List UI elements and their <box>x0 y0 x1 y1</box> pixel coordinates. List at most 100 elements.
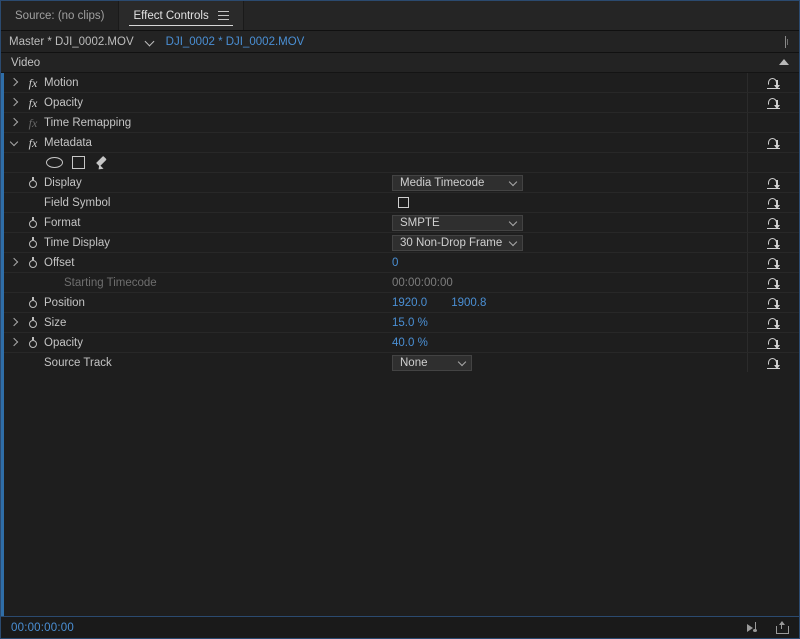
value-position-x[interactable]: 1920.0 <box>392 297 427 309</box>
property-row-format[interactable]: Format SMPTE <box>4 213 799 233</box>
reset-button-metadata[interactable] <box>747 133 799 152</box>
dropdown-time-display-value: 30 Non-Drop Frame <box>400 236 503 249</box>
value-cell-position: 1920.0 1900.8 <box>392 293 752 312</box>
value-starting-timecode: 00:00:00:00 <box>392 276 453 289</box>
reset-icon <box>767 317 780 329</box>
status-bar-icons <box>747 620 789 634</box>
dropdown-source-track[interactable]: None <box>392 354 472 371</box>
disclosure-opacity-prop[interactable] <box>4 339 24 347</box>
reset-button-offset[interactable] <box>747 253 799 272</box>
reset-button-size[interactable] <box>747 313 799 332</box>
fx-icon: fx <box>28 95 38 110</box>
dropdown-format[interactable]: SMPTE <box>392 214 523 231</box>
stopwatch-toggle-time-display[interactable] <box>24 237 42 248</box>
property-row-starting-timecode: Starting Timecode 00:00:00:00 <box>4 273 799 293</box>
property-row-field-symbol[interactable]: Field Symbol <box>4 193 799 213</box>
property-row-source-track[interactable]: Source Track None <box>4 353 799 373</box>
reset-button-display[interactable] <box>747 173 799 192</box>
mask-tools-row <box>4 153 799 173</box>
play-audio-icon[interactable] <box>747 622 762 633</box>
stopwatch-toggle-format[interactable] <box>24 217 42 228</box>
dropdown-source-track-value: None <box>400 356 428 369</box>
triangle-up-icon[interactable] <box>779 59 789 65</box>
tab-source-label: Source: (no clips) <box>15 9 105 22</box>
value-cell-starting-timecode: 00:00:00:00 <box>392 273 752 292</box>
reset-placeholder <box>747 153 799 172</box>
chevron-down-icon <box>509 238 518 247</box>
reset-placeholder <box>747 113 799 132</box>
effect-label-time-remapping: Time Remapping <box>44 116 132 129</box>
stopwatch-toggle-offset[interactable] <box>24 257 42 268</box>
dropdown-display[interactable]: Media Timecode <box>392 174 523 191</box>
pen-tool-icon[interactable] <box>96 155 111 172</box>
reset-button-position[interactable] <box>747 293 799 312</box>
active-tab-underline <box>129 25 233 26</box>
reset-button-field-symbol[interactable] <box>747 193 799 212</box>
panel-drag-handle-icon[interactable] <box>781 36 791 48</box>
reset-icon <box>767 337 780 349</box>
reset-icon <box>767 177 780 189</box>
stopwatch-toggle-position[interactable] <box>24 297 42 308</box>
value-position-y[interactable]: 1900.8 <box>451 297 486 309</box>
fx-icon: fx <box>28 135 38 150</box>
effect-row-opacity[interactable]: fx Opacity <box>4 93 799 113</box>
stopwatch-toggle-opacity[interactable] <box>24 337 42 348</box>
effect-row-time-remapping[interactable]: fx Time Remapping <box>4 113 799 133</box>
reset-icon <box>767 297 780 309</box>
property-row-opacity[interactable]: Opacity 40.0 % <box>4 333 799 353</box>
breadcrumb-master[interactable]: Master * DJI_0002.MOV <box>9 36 134 48</box>
dropdown-time-display[interactable]: 30 Non-Drop Frame <box>392 234 523 251</box>
value-cell-display: Media Timecode <box>392 173 752 192</box>
effect-row-motion[interactable]: fx Motion <box>4 73 799 93</box>
disclosure-size[interactable] <box>4 319 24 327</box>
reset-button-starting-timecode[interactable] <box>747 273 799 292</box>
reset-icon <box>767 357 780 369</box>
reset-button-source-track[interactable] <box>747 353 799 372</box>
panel-menu-icon[interactable] <box>217 11 229 20</box>
effect-label-metadata: Metadata <box>44 136 92 149</box>
reset-button-opacity-prop[interactable] <box>747 333 799 352</box>
reset-button-format[interactable] <box>747 213 799 232</box>
stopwatch-toggle-size[interactable] <box>24 317 42 328</box>
value-cell-source-track: None <box>392 353 752 372</box>
tab-effect-controls[interactable]: Effect Controls <box>119 1 244 30</box>
value-opacity[interactable]: 40.0 % <box>392 337 428 349</box>
reset-button-opacity[interactable] <box>747 93 799 112</box>
stopwatch-toggle-display[interactable] <box>24 177 42 188</box>
reset-button-motion[interactable] <box>747 73 799 92</box>
checkbox-field-symbol[interactable] <box>398 197 409 208</box>
disclosure-motion[interactable] <box>4 79 24 87</box>
video-section-label: Video <box>11 56 41 69</box>
playhead-timecode[interactable]: 00:00:00:00 <box>11 622 74 634</box>
reset-icon <box>767 237 780 249</box>
reset-icon <box>767 257 780 269</box>
disclosure-time-remapping[interactable] <box>4 119 24 127</box>
property-row-time-display[interactable]: Time Display 30 Non-Drop Frame <box>4 233 799 253</box>
reset-button-time-display[interactable] <box>747 233 799 252</box>
rectangle-tool-icon[interactable] <box>72 156 85 169</box>
property-row-display[interactable]: Display Media Timecode <box>4 173 799 193</box>
value-cell-opacity: 40.0 % <box>392 333 752 352</box>
breadcrumb: Master * DJI_0002.MOV DJI_0002 * DJI_000… <box>1 31 799 53</box>
chevron-down-icon <box>509 218 518 227</box>
export-frame-icon[interactable] <box>776 620 789 634</box>
disclosure-opacity[interactable] <box>4 99 24 107</box>
video-section-header[interactable]: Video <box>1 53 799 73</box>
panel-tab-bar: Source: (no clips) Effect Controls <box>1 1 799 31</box>
chevron-down-icon <box>509 178 518 187</box>
effect-row-metadata[interactable]: fx Metadata <box>4 133 799 153</box>
status-bar: 00:00:00:00 <box>1 616 799 638</box>
tab-source[interactable]: Source: (no clips) <box>1 1 120 30</box>
property-row-position[interactable]: Position 1920.0 1900.8 <box>4 293 799 313</box>
value-cell-size: 15.0 % <box>392 313 752 332</box>
property-row-size[interactable]: Size 15.0 % <box>4 313 799 333</box>
breadcrumb-clip[interactable]: DJI_0002 * DJI_0002.MOV <box>166 36 305 48</box>
value-size[interactable]: 15.0 % <box>392 317 428 329</box>
disclosure-metadata[interactable] <box>4 139 24 147</box>
ellipse-tool-icon[interactable] <box>46 157 63 168</box>
value-offset[interactable]: 0 <box>392 257 398 269</box>
chevron-down-icon[interactable] <box>146 37 155 46</box>
disclosure-offset[interactable] <box>4 259 24 267</box>
property-row-offset[interactable]: Offset 0 <box>4 253 799 273</box>
effect-label-motion: Motion <box>44 76 79 89</box>
